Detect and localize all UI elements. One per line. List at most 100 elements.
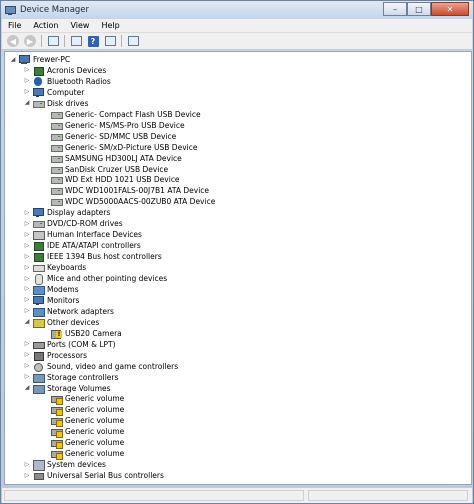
expand-arrow-icon[interactable]: ▷ (23, 88, 31, 96)
tree-item-label: Generic volume (65, 427, 125, 437)
expand-arrow-icon[interactable]: ▷ (23, 472, 31, 480)
tree-category[interactable]: ▷ Monitors (25, 295, 80, 306)
scan-hardware-button[interactable] (126, 35, 140, 48)
tree-category[interactable]: ◢ Storage Volumes (25, 383, 111, 394)
expand-arrow-icon[interactable]: ▷ (23, 296, 31, 304)
tree-device[interactable]: WD Ext HDD 1021 USB Device (51, 174, 180, 185)
tree-device[interactable]: Generic volume (51, 437, 124, 450)
expand-arrow-icon[interactable]: ▷ (23, 362, 31, 370)
tree-category[interactable]: ▷ Modems (25, 284, 79, 295)
tree-device[interactable]: SAMSUNG HD300LJ ATA Device (51, 153, 182, 164)
view-icon (104, 36, 116, 46)
help-button[interactable]: ? (86, 35, 100, 48)
tree-category[interactable]: ▷ Human Interface Devices (25, 229, 142, 241)
tree-item-label: Sound, video and game controllers (47, 361, 179, 371)
minimize-button[interactable]: – (383, 2, 407, 16)
monitor-device-icon (33, 208, 44, 218)
expand-arrow-icon[interactable]: ▷ (23, 253, 31, 261)
tree-item-label: Disk drives (47, 98, 89, 108)
usb-device-icon (33, 471, 44, 481)
tree-device[interactable]: Generic- SM/xD-Picture USB Device (51, 142, 197, 153)
tree-item-label: Storage Volumes (47, 383, 111, 393)
tree-device[interactable]: Generic volume (51, 426, 125, 439)
tree-category[interactable]: ▷ Network adapters (25, 306, 114, 317)
tree-category[interactable]: ◢ Other devices (25, 317, 99, 328)
tree-category[interactable]: ▷ Keyboards (25, 262, 86, 273)
expand-arrow-icon[interactable]: ▷ (23, 285, 31, 293)
tree-device[interactable]: Generic volume (51, 393, 124, 406)
tree-category[interactable]: ▷ Bluetooth Radios (25, 76, 111, 87)
expand-arrow-icon[interactable]: ▷ (23, 66, 31, 74)
expand-arrow-icon[interactable]: ▷ (23, 275, 31, 283)
tree-device[interactable]: Generic- MS/MS-Pro USB Device (51, 120, 185, 131)
vol-device-icon (51, 449, 63, 461)
expand-arrow-icon[interactable]: ▷ (23, 340, 31, 348)
tree-category[interactable]: ▷ Storage controllers (25, 372, 118, 383)
disk-device-icon (51, 143, 63, 152)
tree-item-label: Processors (47, 350, 88, 360)
expand-arrow-icon[interactable]: ▷ (23, 77, 31, 85)
tree-device[interactable]: SanDisk Cruzer USB Device (51, 164, 168, 175)
menu-view[interactable]: View (64, 19, 95, 33)
tree-device[interactable]: WDC WD1001FALS-00J7B1 ATA Device (51, 185, 209, 196)
view-button[interactable] (103, 35, 117, 48)
tree-category[interactable]: ▷ IEEE 1394 Bus host controllers (25, 251, 162, 263)
expand-arrow-icon[interactable]: ▷ (23, 461, 31, 469)
hid-device-icon (33, 230, 45, 241)
tree-device[interactable]: Generic volume (51, 415, 124, 428)
menu-file[interactable]: File (2, 19, 27, 33)
collapse-arrow-icon[interactable]: ◢ (9, 56, 17, 64)
close-button[interactable]: ✕ (431, 2, 469, 16)
tree-category[interactable]: ▷ Universal Serial Bus controllers (25, 470, 164, 481)
expand-arrow-icon[interactable]: ▷ (23, 307, 31, 315)
collapse-arrow-icon[interactable]: ◢ (23, 99, 31, 107)
expand-arrow-icon[interactable]: ▷ (23, 264, 31, 272)
tree-category[interactable]: ▷ Mice and other pointing devices (25, 273, 167, 285)
tree-category[interactable]: ▷ Computer (25, 87, 84, 98)
tree-category[interactable]: ▷ IDE ATA/ATAPI controllers (25, 240, 141, 252)
tree-device[interactable]: Generic- Compact Flash USB Device (51, 109, 201, 120)
expand-arrow-icon[interactable]: ▷ (23, 220, 31, 228)
maximize-button[interactable]: □ (407, 2, 431, 16)
tree-category[interactable]: ▷ Acronis Devices (25, 65, 106, 76)
tree-category[interactable]: ▷ Processors (25, 350, 88, 361)
title-bar[interactable]: Device Manager – □ ✕ (1, 1, 473, 19)
collapse-arrow-icon[interactable]: ◢ (23, 384, 31, 392)
tree-device[interactable]: Generic volume (51, 404, 124, 417)
minimize-icon: – (393, 4, 397, 14)
tree-category[interactable]: ◢ Disk drives (25, 98, 89, 109)
pc-device-icon (19, 55, 30, 64)
tree-category[interactable]: ▷ DVD/CD-ROM drives (25, 218, 123, 229)
forward-arrow-icon: ▶ (24, 35, 36, 47)
expand-arrow-icon[interactable]: ▷ (23, 231, 31, 239)
show-hide-tree-button[interactable] (46, 35, 60, 48)
tree-device[interactable]: WDC WD5000AACS-00ZUB0 ATA Device (51, 196, 215, 207)
tree-device[interactable]: USB20 Camera (51, 328, 122, 339)
properties-icon (70, 36, 82, 46)
properties-button[interactable] (69, 35, 83, 48)
collapse-arrow-icon[interactable]: ◢ (23, 318, 31, 326)
tree-item-label: IDE ATA/ATAPI controllers (47, 241, 141, 251)
back-button[interactable]: ◀ (6, 35, 20, 48)
expand-arrow-icon[interactable]: ▷ (23, 242, 31, 250)
status-panel (308, 490, 468, 501)
tree-category[interactable]: ▷ Sound, video and game controllers (25, 361, 179, 372)
expand-arrow-icon[interactable]: ▷ (23, 351, 31, 359)
tree-device[interactable]: Generic- SD/MMC USB Device (51, 131, 176, 142)
disk-device-icon (51, 154, 63, 163)
tree-item-label: System devices (47, 460, 106, 470)
tree-category[interactable]: ▷ Display adapters (25, 207, 110, 218)
tree-item-label: DVD/CD-ROM drives (47, 219, 123, 229)
expand-arrow-icon[interactable]: ▷ (23, 209, 31, 217)
menu-help[interactable]: Help (95, 19, 125, 33)
device-tree[interactable]: ◢ Frewer-PC ▷ Acronis Devices ▷ Bluetooth Rad… (4, 51, 472, 485)
expand-arrow-icon[interactable]: ▷ (23, 373, 31, 381)
tree-root[interactable]: ◢ Frewer-PC (11, 54, 70, 65)
tree-category[interactable]: ▷ Ports (COM & LPT) (25, 339, 116, 350)
menu-bar: File Action View Help (2, 19, 472, 33)
tree-item-label: Monitors (47, 295, 80, 305)
tree-device[interactable]: Generic volume (51, 448, 124, 461)
forward-button[interactable]: ▶ (23, 35, 37, 48)
menu-action[interactable]: Action (27, 19, 64, 33)
tree-category[interactable]: ▷ System devices (25, 459, 106, 472)
